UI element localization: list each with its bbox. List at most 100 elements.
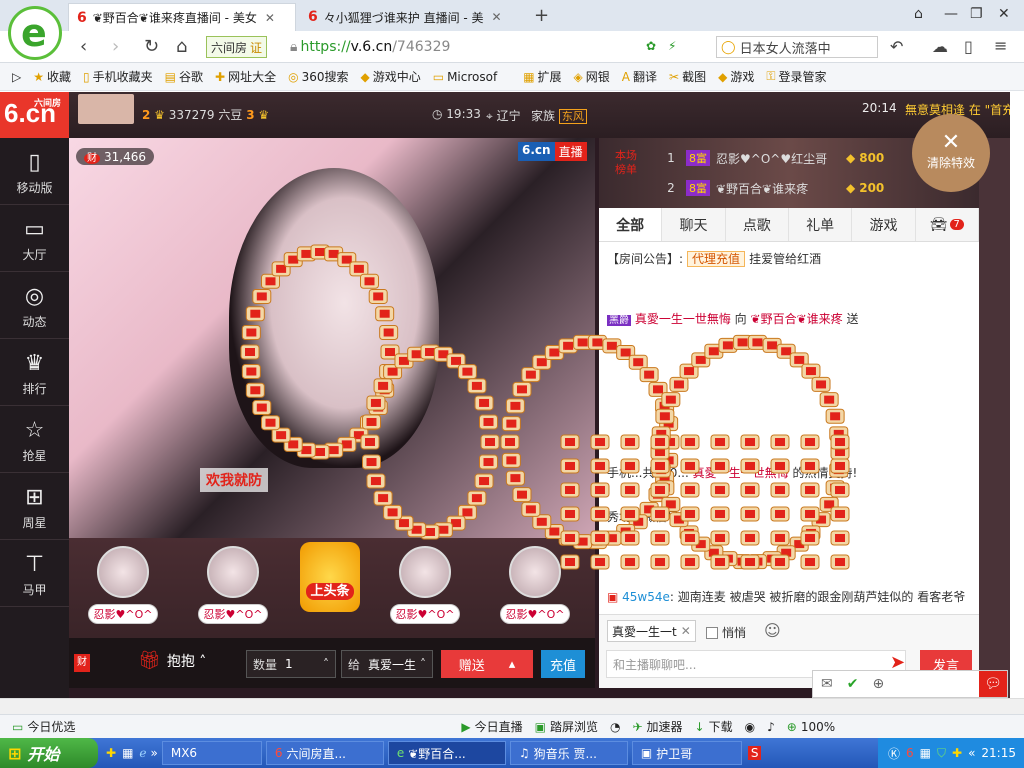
taskbar-item[interactable]: e ❦野百合... [387,741,506,765]
tray-icon[interactable]: ▦ [920,746,931,760]
tab-game[interactable]: 游戏 [852,208,916,241]
status-today-picks[interactable]: ▭ 今日优选 [12,718,75,735]
sidebar-toggle-icon[interactable]: ▷ [12,70,21,84]
tray-icon[interactable]: Ⓚ [888,745,900,762]
gift-item[interactable]: 忍影♥^O^ [198,546,268,636]
avatar[interactable] [78,94,134,124]
taskbar-item[interactable]: 6 六间房直... [265,741,384,765]
taskbar-item[interactable]: ▣ 护卫哥 [631,741,742,765]
taskbar-item[interactable]: ♫ 狗音乐 贾... [509,741,628,765]
bookmark-sites[interactable]: ✚ 网址大全 [215,68,276,85]
nav-item-week-star[interactable]: ⊞ 周星 [0,473,69,540]
nav-item-dynamic[interactable]: ◎ 动态 [0,272,69,339]
close-window-icon[interactable]: ✕ [998,6,1010,22]
status-accelerator[interactable]: ✈ 加速器 [632,718,682,735]
chevron-left-icon[interactable]: « [968,746,975,760]
bookmark-mobile[interactable]: ▯ 手机收藏夹 [83,68,153,85]
bookmark-translate[interactable]: A 翻译 [622,68,657,85]
room-family[interactable]: 家族 东风 [531,107,587,124]
status-download[interactable]: ↓ 下载 [695,718,733,735]
site-logo[interactable]: 6.cn 六间房 [0,92,69,138]
quantity-select[interactable]: 数量 1 ˄ [246,650,336,678]
tab-all[interactable]: 全部 [599,208,663,241]
tab-car[interactable]: 🚘︎ 7 [916,208,979,241]
reload-icon[interactable]: ↻ [144,36,159,57]
tab-chat[interactable]: 聊天 [662,208,726,241]
check-icon[interactable]: ✔ [847,676,859,692]
clear-effects-button[interactable]: ✕ 清除特效 [912,114,990,192]
mail-icon[interactable]: ✉ [821,676,833,692]
nav-item-grab-star[interactable]: ☆ 抢星 [0,406,69,473]
back-icon[interactable]: ‹ [80,36,87,57]
bookmark-games[interactable]: ◆ 游戏中心 [360,68,420,85]
close-icon[interactable]: ✕ [681,624,691,638]
gift-item[interactable]: 忍影♥^O^ [390,546,460,636]
ie-icon[interactable]: ℯ [139,746,146,760]
restore-icon[interactable]: ❐ [970,6,983,22]
undo-icon[interactable]: ↶ [890,37,903,56]
status-qq-icon[interactable]: ◉ [745,720,755,734]
bookmark-screenshot[interactable]: ✂ 截图 [669,68,706,85]
start-button[interactable]: ⊞ 开始 [0,738,98,768]
bookmark-microsoft[interactable]: ▭ Microsof [433,70,497,84]
new-tab-button[interactable]: + [534,5,549,26]
site-identity-chip[interactable]: 六间房 证 [206,36,268,58]
recipient-select[interactable]: 给真爱一生 ˄ [341,650,433,678]
quicklaunch-icon[interactable]: ▦ [122,746,133,760]
wealth-icon[interactable]: 财 [74,654,90,672]
bookmark-game[interactable]: ◆ 游戏 [718,68,754,85]
bookmark-login[interactable]: ⚿ 登录管家 [766,68,826,85]
close-tab-icon[interactable]: ✕ [265,11,275,25]
chevron-right-icon[interactable]: » [151,746,158,760]
tray-icon[interactable]: ✚ [952,746,962,760]
bookmark-bank[interactable]: ◈ 网银 [574,68,610,85]
status-zoom[interactable]: ⊕ 100% [787,720,835,734]
mobile-icon[interactable]: ▯ [964,37,973,56]
status-cross-screen[interactable]: ▣ 踏屏浏览 [535,718,598,735]
tab-song[interactable]: 点歌 [726,208,789,241]
browser-tab-active[interactable]: 6 ❦野百合❦谁来疼直播间 - 美女 ✕ [68,3,296,31]
forward-icon[interactable]: › [112,36,119,57]
status-sound-icon[interactable]: ♪ [767,720,775,734]
home-icon[interactable]: ⌂ [176,36,187,57]
nav-item-vest[interactable]: ⊤ 马甲 [0,540,69,607]
bookmark-extensions[interactable]: ▦ 扩展 [523,68,561,85]
whisper-checkbox[interactable]: 悄悄 [706,624,746,641]
bookmark-360[interactable]: ◎ 360搜索 [288,68,348,85]
tab-gift-list[interactable]: 礼单 [789,208,853,241]
nav-item-mobile[interactable]: ▯ 移动版 [0,138,69,205]
gift-item[interactable]: 忍影♥^O^ [500,546,570,636]
send-gift-button[interactable]: 赠送 ▴ [441,650,533,678]
lightning-icon[interactable]: ⚡ [668,39,676,53]
video-player[interactable] [69,138,595,538]
bookmark-favorites[interactable]: ★ 收藏 [33,68,71,85]
hug-button[interactable]: 🎁︎ 抱抱 ˄ [138,650,206,671]
quicklaunch-icon[interactable]: ✚ [106,746,116,760]
skin-icon[interactable]: ⌂ [914,6,923,22]
shield-icon[interactable]: ⛉ [937,746,946,761]
taskbar-item[interactable]: MX6 [161,741,262,765]
minimize-icon[interactable]: — [944,6,958,22]
rank-entry[interactable]: 2 8富 ❦野百合❦谁来疼 ◆ 200 [662,178,884,198]
zoom-icon[interactable]: ⊕ [872,676,884,692]
nav-item-ranking[interactable]: ♛ 排行 [0,339,69,406]
comment-icon[interactable]: 💬︎ [979,671,1007,697]
recharge-button[interactable]: 充值 [541,650,585,678]
menu-icon[interactable]: ≡ [994,36,1007,55]
headline-gift-button[interactable]: 上头条 [300,542,360,612]
status-today-live[interactable]: ▶ 今日直播 [461,718,522,735]
tray-icon[interactable]: 6 [906,746,914,760]
rank-entry[interactable]: 1 8富 忍影♥^O^♥红尘哥 ◆ 800 [662,148,884,168]
gift-item[interactable]: 忍影♥^O^ [88,546,158,636]
chat-target-chip[interactable]: 真愛一生一t ✕ [607,620,696,642]
nav-item-hall[interactable]: ▭ 大厅 [0,205,69,272]
shield-icon[interactable]: ✿ [646,39,656,53]
horizontal-scrollbar[interactable] [0,698,1024,714]
app-icon[interactable]: S [747,746,762,760]
browser-tab[interactable]: 6 々小狐狸づ谁来护 直播间 - 美 ✕ [300,3,528,31]
cloud-icon[interactable]: ☁ [932,37,948,56]
bookmark-google[interactable]: ▤ 谷歌 [165,68,203,85]
status-speed-icon[interactable]: ◔ [610,720,620,734]
close-tab-icon[interactable]: ✕ [492,10,502,24]
emoji-icon[interactable]: ☺ [764,621,781,640]
